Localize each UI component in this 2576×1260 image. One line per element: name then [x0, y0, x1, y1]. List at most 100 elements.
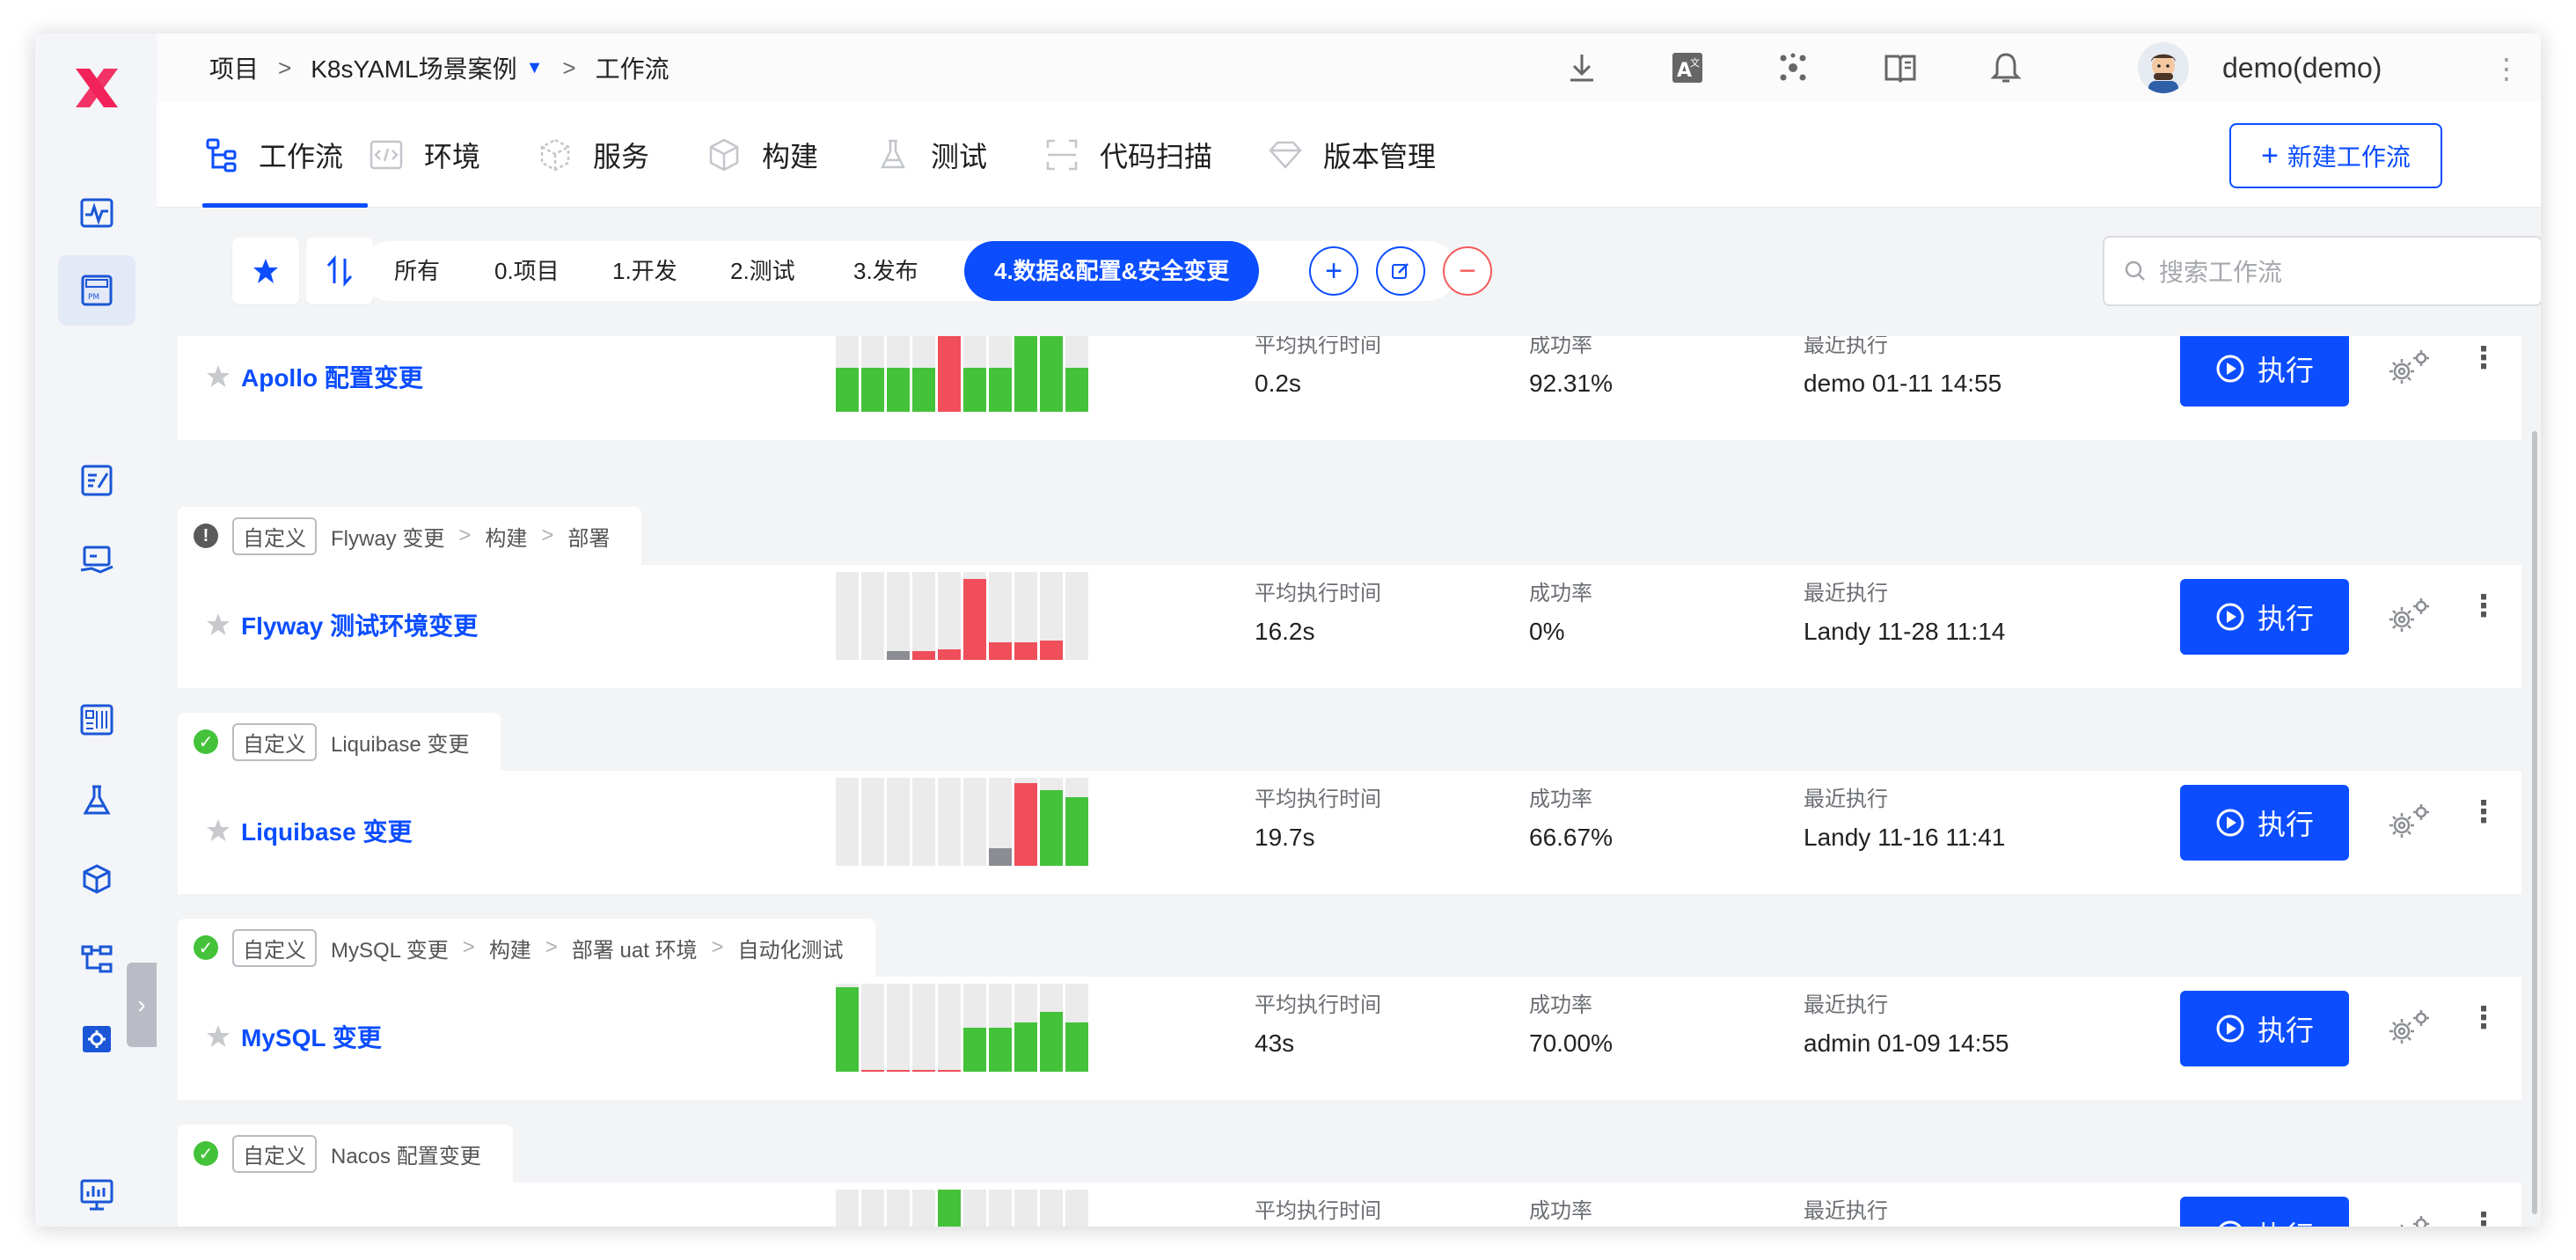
- run-button[interactable]: 执行: [2180, 336, 2349, 407]
- history-bar[interactable]: [887, 572, 910, 660]
- settings-gears-icon[interactable]: [2384, 1212, 2433, 1227]
- history-bar[interactable]: [912, 336, 935, 412]
- history-bar[interactable]: [1065, 1190, 1088, 1227]
- category-dev[interactable]: 1.开发: [612, 241, 677, 301]
- category-data-config-security[interactable]: 4.数据&配置&安全变更: [964, 241, 1260, 301]
- more-vertical-icon[interactable]: ⋮: [2469, 1209, 2499, 1227]
- history-bar[interactable]: [989, 778, 1012, 866]
- history-bar[interactable]: [887, 778, 910, 866]
- history-bar[interactable]: [1040, 778, 1063, 866]
- history-bar[interactable]: [963, 572, 986, 660]
- sidebar-collapse-toggle[interactable]: ›: [127, 963, 157, 1047]
- logo[interactable]: [58, 49, 135, 127]
- tab-test[interactable]: 测试: [875, 102, 987, 208]
- translate-icon[interactable]: A文: [1668, 48, 1707, 87]
- more-vertical-icon[interactable]: ⋮: [2469, 1003, 2499, 1033]
- history-bar[interactable]: [836, 778, 859, 866]
- history-bar[interactable]: [989, 1190, 1012, 1227]
- history-bar[interactable]: [1065, 778, 1088, 866]
- history-bar[interactable]: [836, 984, 859, 1072]
- sidebar-item-monitor[interactable]: [58, 1160, 135, 1227]
- settings-gears-icon[interactable]: [2384, 1007, 2433, 1049]
- more-vertical-icon[interactable]: ⋮: [2469, 591, 2499, 621]
- tab-version[interactable]: 版本管理: [1267, 102, 1436, 208]
- tab-code-scan[interactable]: 代码扫描: [1043, 102, 1212, 208]
- history-bar[interactable]: [1014, 1190, 1037, 1227]
- history-bar[interactable]: [989, 336, 1012, 412]
- new-workflow-button[interactable]: + 新建工作流: [2229, 123, 2442, 188]
- category-all[interactable]: 所有: [394, 241, 440, 301]
- history-bar[interactable]: [887, 1190, 910, 1227]
- history-bar[interactable]: [1014, 336, 1037, 412]
- add-category-button[interactable]: +: [1309, 246, 1358, 296]
- tab-service[interactable]: 服务: [537, 102, 649, 208]
- sidebar-item-projects[interactable]: PM: [58, 255, 135, 326]
- sidebar-item-settings[interactable]: [58, 1003, 135, 1073]
- sidebar-item-plan[interactable]: [58, 445, 135, 516]
- category-test[interactable]: 2.测试: [730, 241, 795, 301]
- settings-gears-icon[interactable]: [2384, 801, 2433, 843]
- workflow-name[interactable]: MySQL 变更: [241, 977, 382, 1100]
- history-bar[interactable]: [1014, 572, 1037, 660]
- history-bar[interactable]: [912, 572, 935, 660]
- settings-gears-icon[interactable]: [2384, 595, 2433, 637]
- tab-environment[interactable]: 环境: [368, 102, 480, 208]
- download-icon[interactable]: [1562, 48, 1601, 87]
- history-bar[interactable]: [938, 778, 961, 866]
- category-release[interactable]: 3.发布: [853, 241, 918, 301]
- history-bar[interactable]: [938, 984, 961, 1072]
- favorites-filter-button[interactable]: [232, 238, 299, 304]
- scrollbar[interactable]: [2532, 431, 2537, 1214]
- workflow-name[interactable]: Liquibase 变更: [241, 771, 412, 894]
- breadcrumb-root[interactable]: 项目: [209, 50, 259, 85]
- avatar[interactable]: [2138, 42, 2189, 93]
- settings-gears-icon[interactable]: [2384, 347, 2433, 389]
- sidebar-item-resources[interactable]: [58, 924, 135, 994]
- star-outline-icon[interactable]: [204, 363, 232, 391]
- star-outline-icon[interactable]: [204, 611, 232, 639]
- history-bar[interactable]: [963, 984, 986, 1072]
- tab-build[interactable]: 构建: [706, 102, 818, 208]
- history-bar[interactable]: [989, 984, 1012, 1072]
- history-bar[interactable]: [1065, 984, 1088, 1072]
- more-vertical-icon[interactable]: ⋮: [2492, 51, 2521, 86]
- history-bar[interactable]: [938, 336, 961, 412]
- sidebar-item-overview[interactable]: [58, 178, 135, 248]
- history-bar[interactable]: [1040, 572, 1063, 660]
- history-bar[interactable]: [861, 1190, 884, 1227]
- run-button[interactable]: 执行: [2180, 991, 2349, 1066]
- history-bar[interactable]: [1014, 778, 1037, 866]
- history-bar[interactable]: [836, 1190, 859, 1227]
- category-project[interactable]: 0.项目: [494, 241, 560, 301]
- history-bar[interactable]: [1065, 336, 1088, 412]
- sidebar-item-dashboard[interactable]: [58, 685, 135, 755]
- run-button[interactable]: 执行: [2180, 579, 2349, 655]
- history-bar[interactable]: [989, 572, 1012, 660]
- run-button[interactable]: 执行: [2180, 1197, 2349, 1227]
- search-input[interactable]: 搜索工作流: [2103, 236, 2541, 306]
- star-outline-icon[interactable]: [204, 1022, 232, 1051]
- history-bar[interactable]: [861, 572, 884, 660]
- plugin-dots-icon[interactable]: [1774, 48, 1812, 87]
- history-bar[interactable]: [912, 778, 935, 866]
- star-outline-icon[interactable]: [204, 817, 232, 845]
- history-bar[interactable]: [963, 336, 986, 412]
- history-bar[interactable]: [861, 984, 884, 1072]
- history-bar[interactable]: [861, 778, 884, 866]
- workflow-name[interactable]: Flyway 测试环境变更: [241, 565, 478, 688]
- history-bar[interactable]: [963, 1190, 986, 1227]
- sidebar-item-artifacts[interactable]: [58, 845, 135, 915]
- history-bar[interactable]: [938, 572, 961, 660]
- caret-down-icon[interactable]: ▼: [526, 58, 544, 78]
- history-bar[interactable]: [1040, 336, 1063, 412]
- more-vertical-icon[interactable]: ⋮: [2469, 797, 2499, 827]
- run-button[interactable]: 执行: [2180, 785, 2349, 861]
- history-bar[interactable]: [1065, 572, 1088, 660]
- more-vertical-icon[interactable]: ⋮: [2469, 343, 2499, 373]
- delete-category-button[interactable]: −: [1443, 246, 1492, 296]
- history-bar[interactable]: [836, 572, 859, 660]
- history-bar[interactable]: [912, 984, 935, 1072]
- history-bar[interactable]: [1040, 1190, 1063, 1227]
- history-bar[interactable]: [963, 778, 986, 866]
- user-name[interactable]: demo(demo): [2222, 33, 2382, 102]
